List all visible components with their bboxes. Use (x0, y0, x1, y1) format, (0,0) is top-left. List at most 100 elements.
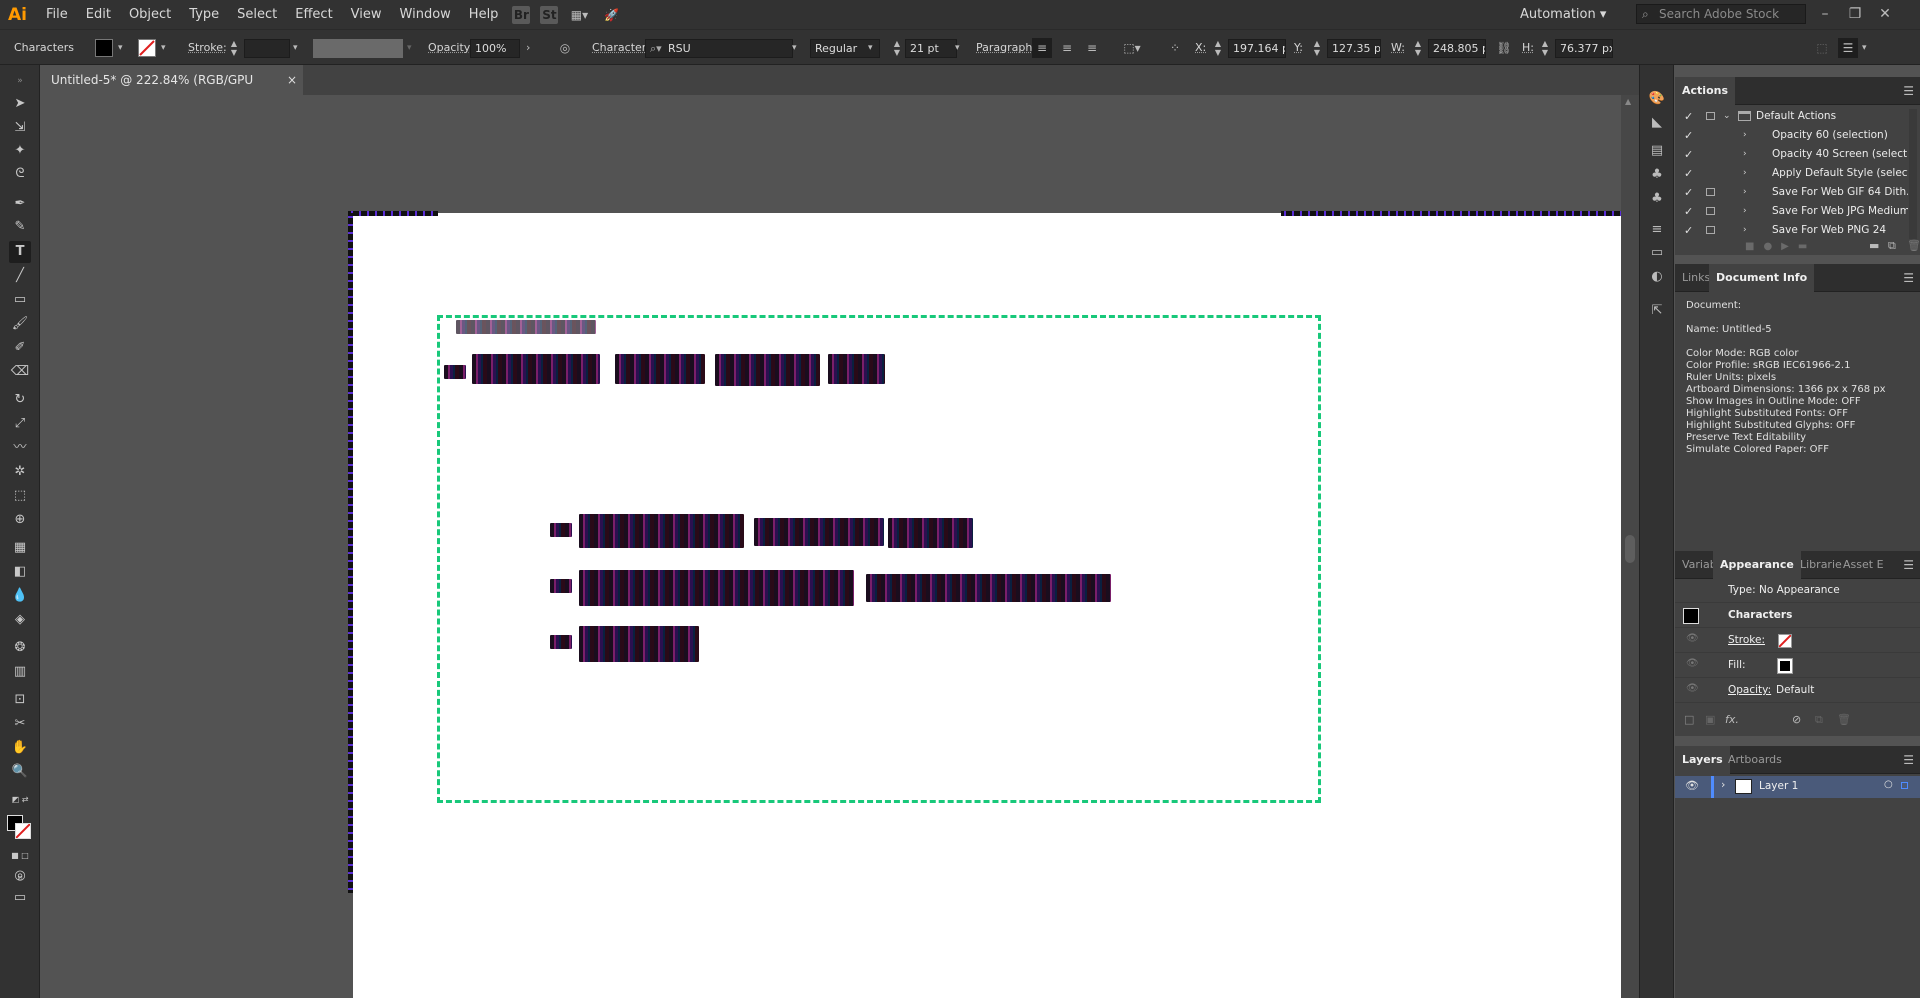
appearance-opacity-row[interactable]: 👁 Opacity: Default (1675, 679, 1920, 703)
eraser-tool-icon[interactable]: ⌫ (9, 361, 31, 383)
dialog-toggle-icon[interactable] (1706, 226, 1715, 234)
check-icon[interactable]: ✓ (1684, 183, 1698, 202)
slice-tool-icon[interactable]: ✂ (9, 713, 31, 735)
check-icon[interactable]: ✓ (1684, 202, 1698, 221)
opacity-expand-icon[interactable]: › (526, 30, 530, 66)
dialog-toggle-icon[interactable] (1706, 207, 1715, 215)
font-family-dropdown-icon[interactable]: ▾ (792, 30, 797, 66)
reference-point-icon[interactable]: ⁘ (1165, 38, 1185, 58)
info-panel-menu-icon[interactable]: ☰ (1903, 264, 1914, 292)
check-icon[interactable]: ✓ (1684, 221, 1698, 240)
y-label[interactable]: Y: (1294, 30, 1303, 66)
eye-icon[interactable]: 👁 (1686, 658, 1699, 669)
actions-scrollbar[interactable] (1909, 109, 1917, 239)
fill-swatch[interactable] (95, 39, 113, 57)
fill-black-swatch[interactable] (1777, 658, 1793, 674)
paragraph-label[interactable]: Paragraph: (976, 30, 1036, 66)
new-action-icon[interactable]: ⧉ (1888, 239, 1896, 253)
add-stroke-icon[interactable]: □ (1684, 713, 1694, 726)
puppet-warp-tool-icon[interactable]: ✲ (9, 461, 31, 483)
duplicate-item-icon[interactable]: ⧉ (1815, 713, 1823, 727)
menu-window[interactable]: Window (391, 0, 460, 29)
zoom-tool-icon[interactable]: 🔍 (9, 761, 31, 783)
tab-asset-export[interactable]: Asset E (1836, 551, 1891, 579)
gradient-tool-icon[interactable]: ◧ (9, 561, 31, 583)
color-guide-icon[interactable]: 🎨 (1647, 89, 1667, 109)
font-size-stepper[interactable]: ▲ ▼ (892, 39, 902, 58)
fill-attribute-label[interactable]: Fill: (1728, 659, 1746, 671)
opacity-attribute-label[interactable]: Opacity: (1728, 684, 1771, 696)
symbol-sprayer-tool-icon[interactable]: ❂ (9, 637, 31, 659)
minimize-button[interactable]: – (1810, 0, 1840, 29)
dialog-toggle-icon[interactable] (1706, 188, 1715, 196)
arrange-documents-icon[interactable]: ▦▾ (568, 6, 590, 24)
scroll-thumb[interactable] (1625, 535, 1635, 563)
artboard-tool-icon[interactable]: ⊡ (9, 689, 31, 711)
line-segment-tool-icon[interactable]: ╱ (9, 265, 31, 287)
control-menu-dropdown-icon[interactable]: ▾ (1862, 30, 1867, 66)
rotate-tool-icon[interactable]: ↻ (9, 389, 31, 411)
lasso-tool-icon[interactable]: ᘓ (9, 163, 31, 185)
menu-help[interactable]: Help (460, 0, 508, 29)
appearance-header-row[interactable]: Characters (1675, 604, 1920, 628)
expand-icon[interactable]: › (1743, 202, 1747, 221)
check-icon[interactable]: ✓ (1684, 107, 1698, 126)
rectangle-tool-icon[interactable]: ▭ (9, 289, 31, 311)
toolbar-collapse-icon[interactable]: » (9, 70, 31, 92)
scale-tool-icon[interactable]: ⤢ (9, 413, 31, 435)
font-size-dropdown-icon[interactable]: ▾ (955, 30, 960, 66)
list-item[interactable]: ✓ › Opacity 40 Screen (selecti... (1675, 145, 1908, 164)
export-assets-icon[interactable]: ⇱ (1647, 301, 1667, 321)
screen-mode-icon[interactable]: ▭ (9, 887, 31, 909)
y-field[interactable]: 127.35 px (1327, 39, 1381, 58)
layer-row[interactable]: 👁 › Layer 1 ○ (1675, 776, 1920, 798)
expand-icon[interactable]: ⌄ (1723, 107, 1731, 126)
tab-actions[interactable]: Actions (1675, 77, 1735, 105)
expand-layer-icon[interactable]: › (1721, 778, 1725, 791)
swatches-icon[interactable]: ◣ (1647, 113, 1667, 133)
check-icon[interactable]: ✓ (1684, 126, 1698, 145)
opacity-label[interactable]: Opacity: (428, 30, 473, 66)
pen-tool-icon[interactable]: ✒ (9, 193, 31, 215)
gradient-panel-icon[interactable]: ▭ (1647, 243, 1667, 263)
h-field[interactable]: 76.377 px (1555, 39, 1613, 58)
menu-file[interactable]: File (37, 0, 77, 29)
stroke-swatch[interactable] (138, 39, 156, 57)
variable-width-profile[interactable] (313, 39, 403, 58)
document-tab[interactable]: Untitled-5* @ 222.84% (RGB/GPU Preview) … (40, 65, 303, 117)
paintbrush-tool-icon[interactable]: 🖌 (9, 313, 31, 335)
curvature-tool-icon[interactable]: ✎ (9, 216, 31, 238)
stroke-none-swatch[interactable] (1778, 634, 1792, 648)
type-tool-icon[interactable]: T (9, 241, 31, 263)
stroke-weight-field[interactable] (244, 39, 290, 58)
free-transform-tool-icon[interactable]: ⬚ (9, 485, 31, 507)
w-field[interactable]: 248.805 px (1428, 39, 1486, 58)
eye-icon[interactable]: 👁 (1686, 683, 1699, 694)
h-stepper[interactable]: ▲ ▼ (1540, 39, 1550, 58)
appearance-panel-menu-icon[interactable]: ☰ (1903, 551, 1914, 579)
selection-indicator-icon[interactable] (1901, 782, 1908, 789)
panel-menu-icon[interactable]: ☰ (1838, 38, 1858, 58)
tab-appearance[interactable]: Appearance (1713, 551, 1801, 579)
workspace-switcher[interactable]: Automation ▾ (1520, 0, 1606, 29)
blend-tool-icon[interactable]: ◈ (9, 609, 31, 631)
appearance-fill-row[interactable]: 👁 Fill: (1675, 654, 1920, 678)
x-stepper[interactable]: ▲ ▼ (1213, 39, 1223, 58)
add-effect-icon[interactable]: fx. (1725, 713, 1739, 726)
canvas-area[interactable] (41, 95, 1639, 998)
actions-panel-menu-icon[interactable]: ☰ (1903, 77, 1914, 105)
menu-type[interactable]: Type (180, 0, 228, 29)
menu-object[interactable]: Object (120, 0, 180, 29)
expand-icon[interactable]: › (1743, 221, 1747, 240)
text-frame-selection[interactable] (437, 315, 1321, 803)
stroke-weight-dropdown-icon[interactable]: ▾ (293, 30, 298, 66)
align-right-icon[interactable]: ≡ (1082, 38, 1102, 58)
align-to-selection-icon[interactable]: ⬚▾ (1122, 38, 1142, 58)
tab-document-info[interactable]: Document Info (1709, 264, 1815, 292)
font-style-dropdown-icon[interactable]: ▾ (868, 30, 873, 66)
selection-tool-icon[interactable]: ➤ (9, 93, 31, 115)
eyedropper-tool-icon[interactable]: 💧 (9, 585, 31, 607)
brushes-icon[interactable]: ▤ (1647, 141, 1667, 161)
direct-selection-tool-icon[interactable]: ⇲ (9, 117, 31, 139)
eye-icon[interactable]: 👁 (1685, 779, 1699, 792)
